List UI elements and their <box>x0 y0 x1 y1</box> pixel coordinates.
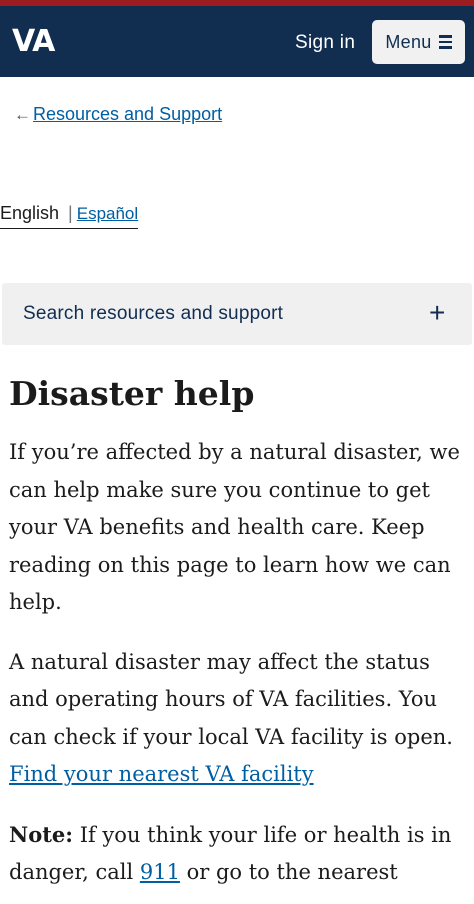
language-toggle: English | Español <box>0 203 139 229</box>
site-header: VA Sign in Menu <box>0 6 474 77</box>
sign-in-link[interactable]: Sign in <box>295 32 355 54</box>
hamburger-icon <box>438 35 452 49</box>
search-accordion-label: Search resources and support <box>23 303 284 324</box>
language-separator: | <box>68 203 73 223</box>
plus-icon[interactable]: + <box>429 297 445 329</box>
arrow-left-icon: ← <box>14 104 31 124</box>
note-paragraph: Note: If you think your life or health i… <box>9 816 467 892</box>
emergency-911-link[interactable]: 911 <box>140 860 180 884</box>
va-logo[interactable]: VA <box>12 24 55 59</box>
find-facility-link[interactable]: Find your nearest VA facility <box>9 762 314 786</box>
note-text-2: or go to the nearest <box>179 860 398 884</box>
language-current: English <box>0 203 60 223</box>
menu-button-label: Menu <box>385 31 432 52</box>
page-title: Disaster help <box>9 374 255 413</box>
search-accordion[interactable]: Search resources and support + <box>2 283 472 345</box>
facility-paragraph: A natural disaster may affect the status… <box>9 644 467 794</box>
intro-paragraph: If you’re affected by a natural disaster… <box>9 440 460 614</box>
note-label: Note: <box>9 821 74 847</box>
breadcrumb: ← Resources and Support <box>14 104 222 125</box>
breadcrumb-back-link[interactable]: Resources and Support <box>33 104 222 125</box>
language-espanol-link[interactable]: Español <box>77 204 138 224</box>
facility-paragraph-text: A natural disaster may affect the status… <box>9 649 453 749</box>
main-content: Disaster help If you’re affected by a na… <box>9 372 467 904</box>
menu-button[interactable]: Menu <box>372 20 465 64</box>
